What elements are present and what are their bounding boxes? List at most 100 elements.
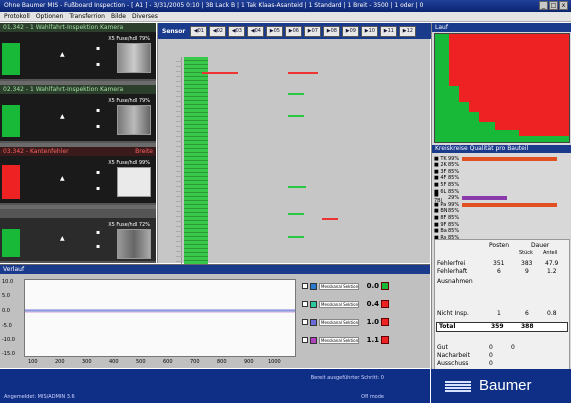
camera-value: X5 Fuse/hdl 79% xyxy=(108,36,150,42)
camera-title: 03.342 - Kantenfehler Breite xyxy=(0,147,156,156)
table-cell: 47.9 xyxy=(545,260,559,267)
sensor-button-08[interactable]: ▶08 xyxy=(323,25,341,37)
menu-item-protokoll[interactable]: Protokoll xyxy=(4,13,30,20)
defect-marker[interactable] xyxy=(288,72,318,74)
table-cell: 1 xyxy=(497,310,501,317)
step-status: Bereit ausgeführter Schritt: 0 xyxy=(310,375,384,381)
heatmap-good-area xyxy=(459,102,469,142)
table-row-label: Fehlerfrei xyxy=(437,260,466,267)
marker-icon: ▲ xyxy=(60,51,65,58)
sensor-button-02[interactable]: ◀02 xyxy=(209,25,227,37)
defect-marker[interactable] xyxy=(322,218,338,220)
menu-item-bilde[interactable]: Bilde xyxy=(111,13,126,20)
table-cell: 6 xyxy=(497,268,501,275)
sensor-button-11[interactable]: ▶11 xyxy=(380,25,398,37)
maximize-button[interactable]: □ xyxy=(549,1,558,10)
camera-view-3[interactable]: 03.342 - Kantenfehler Breite X5 Fuse/hdl … xyxy=(0,147,156,205)
defect-marker[interactable] xyxy=(288,213,304,215)
defect-marker[interactable] xyxy=(288,93,304,95)
x-tick-label: 1000 xyxy=(268,359,281,365)
table-row-label: Ausnahmen xyxy=(437,278,473,285)
camera-value: X5 Fuse/hdl 72% xyxy=(108,222,150,228)
stats-bar xyxy=(462,196,507,201)
table-cell: 6 xyxy=(525,310,529,317)
camera-title: 02.342 - 1 Wahlfahrt-Inspektion Kamera xyxy=(0,85,156,94)
series-checkbox[interactable] xyxy=(302,283,308,289)
sensor-button-04[interactable]: ◀04 xyxy=(247,25,265,37)
series-name: Messkanal Sektion3 xyxy=(319,318,359,326)
heatmap-good-area xyxy=(519,136,569,142)
camera-view-4[interactable]: X5 Fuse/hdl 72% ▲ ▪ ▪ xyxy=(0,209,156,263)
sensor-button-12[interactable]: ▶12 xyxy=(399,25,417,37)
menu-item-transfer[interactable]: Transferrion xyxy=(69,13,105,20)
menu-item-diverses[interactable]: Diverses xyxy=(132,13,158,20)
table-cell: 9 xyxy=(525,268,529,275)
camera-panel: 01.342 - 1 Wahlfahrt-Inspektion Kamera X… xyxy=(0,23,156,263)
defect-marker[interactable] xyxy=(288,115,304,117)
camera-thumbnail[interactable] xyxy=(117,105,151,135)
board-strip[interactable] xyxy=(184,57,208,279)
series-swatch xyxy=(310,300,317,308)
camera-level-bar xyxy=(2,43,20,75)
camera-side-label: Breite xyxy=(135,148,153,155)
camera-thumbnail[interactable] xyxy=(117,43,151,73)
summary-table: Posten Dauer Stück Anteil Fehlerfrei 351… xyxy=(434,239,570,389)
camera-level-bar xyxy=(2,165,20,199)
close-button[interactable]: x xyxy=(559,1,568,10)
series-checkbox[interactable] xyxy=(302,301,308,307)
trend-plot-area[interactable] xyxy=(24,279,296,357)
sensor-button-10[interactable]: ▶10 xyxy=(361,25,379,37)
menu-item-optionen[interactable]: Optionen xyxy=(36,13,64,20)
sensor-button-07[interactable]: ▶07 xyxy=(304,25,322,37)
marker-icon: ▪ xyxy=(96,123,101,130)
sensor-label: Sensor xyxy=(162,27,186,35)
brand-name: Baumer xyxy=(479,377,532,394)
marker-icon: ▪ xyxy=(96,185,101,192)
series-checkbox[interactable] xyxy=(302,337,308,343)
series-name: Messkanal Sektion2 xyxy=(319,300,359,308)
marker-icon: ▪ xyxy=(96,45,101,52)
table-row-label: Nicht Insp. xyxy=(437,310,469,317)
table-cell: 0.8 xyxy=(547,310,557,317)
stats-key: ■ BN xyxy=(434,208,448,215)
camera-value: X5 Fuse/hdl 79% xyxy=(108,98,150,104)
series-status xyxy=(381,282,389,290)
sensor-button-09[interactable]: ▶09 xyxy=(342,25,360,37)
series-status xyxy=(381,300,389,308)
x-tick-label: 400 xyxy=(109,359,119,365)
stats-key: ■ 9F xyxy=(434,221,447,228)
stats-percent: 99% xyxy=(448,155,460,162)
stats-percent: 85% xyxy=(448,228,460,235)
stats-key: ■ 2K xyxy=(434,162,447,169)
stats-key: ■ Pa xyxy=(434,201,447,208)
camera-view-2[interactable]: 02.342 - 1 Wahlfahrt-Inspektion Kamera X… xyxy=(0,85,156,143)
stats-bar xyxy=(462,202,557,207)
marker-icon: ▲ xyxy=(60,235,65,242)
marker-icon: ▪ xyxy=(96,169,101,176)
series-checkbox[interactable] xyxy=(302,319,308,325)
y-tick-label: -5.0 xyxy=(2,323,12,329)
camera-thumbnail[interactable] xyxy=(117,229,151,259)
marker-icon: ▪ xyxy=(96,107,101,114)
table-header: Posten xyxy=(489,242,510,249)
defect-marker[interactable] xyxy=(288,236,304,238)
series-value: 0.4 xyxy=(366,300,379,308)
defect-marker[interactable] xyxy=(202,72,238,74)
table-cell: 351 xyxy=(493,260,505,267)
stats-key: ■ 4F xyxy=(434,175,447,182)
footer-label: Ausschuss xyxy=(437,360,469,367)
sensor-button-06[interactable]: ▶06 xyxy=(285,25,303,37)
quality-heatmap[interactable] xyxy=(434,33,570,143)
camera-level-bar xyxy=(2,229,20,257)
quality-panel: Lauf Kreiskreise Qualität pro Bauteil ■ … xyxy=(431,23,571,395)
camera-thumbnail[interactable] xyxy=(117,167,151,197)
minimize-button[interactable]: _ xyxy=(539,1,548,10)
footer-value: 0 xyxy=(489,352,493,359)
sensor-button-01[interactable]: ◀01 xyxy=(190,25,208,37)
y-tick-label: 0.0 xyxy=(2,308,10,314)
camera-view-1[interactable]: 01.342 - 1 Wahlfahrt-Inspektion Kamera X… xyxy=(0,23,156,81)
table-header: Dauer xyxy=(531,242,550,249)
sensor-button-05[interactable]: ▶05 xyxy=(266,25,284,37)
defect-marker[interactable] xyxy=(288,186,306,188)
sensor-button-03[interactable]: ◀03 xyxy=(228,25,246,37)
